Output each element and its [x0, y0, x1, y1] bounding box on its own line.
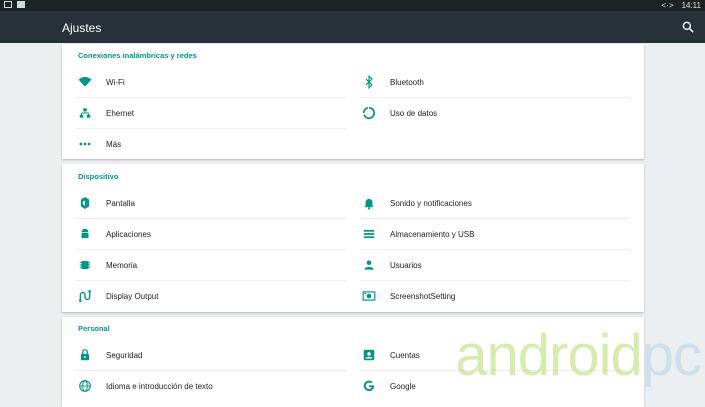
setting-wifi[interactable]: Wi-Fi [62, 67, 330, 97]
setting-storage[interactable]: Almacenamiento y USB [346, 219, 614, 249]
lock-icon [78, 348, 92, 362]
search-button[interactable] [681, 20, 695, 34]
setting-label: Usuarios [390, 260, 422, 270]
page-title: Ajustes [62, 21, 102, 35]
user-icon [362, 258, 376, 272]
bell-icon [362, 196, 376, 210]
search-icon [682, 21, 694, 33]
app-notification-icon [17, 1, 25, 8]
setting-bluetooth[interactable]: Bluetooth [346, 67, 614, 97]
setting-label: Memoria [106, 260, 138, 270]
setting-sound[interactable]: Sonido y notificaciones [346, 188, 614, 218]
section-title-personal: Personal [78, 324, 110, 333]
setting-label: ScreenshotSetting [390, 291, 456, 301]
personal-card: Personal Seguridad Cuentas Idioma e intr… [62, 317, 644, 407]
setting-label: Idioma e introducción de texto [106, 381, 213, 391]
data-usage-icon [362, 106, 376, 120]
setting-label: Wi-Fi [106, 77, 125, 87]
screenshot-icon [362, 289, 376, 303]
section-title-device: Dispositivo [78, 172, 119, 181]
display-output-icon [78, 289, 92, 303]
wifi-icon [78, 75, 92, 89]
setting-security[interactable]: Seguridad [62, 340, 330, 370]
app-bar: Ajustes [0, 11, 705, 43]
setting-ethernet[interactable]: Ehernet [62, 98, 330, 128]
setting-label: Bluetooth [390, 77, 424, 87]
account-icon [362, 348, 376, 362]
setting-memory[interactable]: Memoria [62, 250, 330, 280]
section-title-wireless: Conexiones inalámbricas y redes [78, 51, 197, 60]
setting-more[interactable]: Más [62, 129, 330, 159]
android-icon [78, 227, 92, 241]
ethernet-status-icon: <·> [661, 1, 674, 10]
setting-display-output[interactable]: Display Output [62, 281, 330, 311]
more-icon [78, 137, 92, 151]
setting-label: Pantalla [106, 198, 135, 208]
setting-users[interactable]: Usuarios [346, 250, 614, 280]
setting-label: Sonido y notificaciones [390, 198, 472, 208]
setting-label: Más [106, 139, 122, 149]
setting-label: Cuentas [390, 350, 420, 360]
bluetooth-icon [362, 75, 376, 89]
google-icon [362, 379, 376, 393]
setting-label: Seguridad [106, 350, 143, 360]
setting-label: Almacenamiento y USB [390, 229, 475, 239]
setting-label: Aplicaciones [106, 229, 151, 239]
gallery-notification-icon [4, 1, 12, 8]
notification-icons [4, 1, 25, 8]
globe-icon [78, 379, 92, 393]
status-bar: <·> 14:11 [0, 0, 705, 11]
display-icon [78, 196, 92, 210]
watermark-suffix: pc [641, 323, 702, 388]
setting-display[interactable]: Pantalla [62, 188, 330, 218]
setting-screenshot[interactable]: ScreenshotSetting [346, 281, 614, 311]
storage-icon [362, 227, 376, 241]
ethernet-icon [78, 106, 92, 120]
clock: 14:11 [681, 1, 701, 10]
setting-data-usage[interactable]: Uso de datos [346, 98, 614, 128]
memory-icon [78, 258, 92, 272]
setting-label: Display Output [106, 291, 159, 301]
setting-label: Google [390, 381, 416, 391]
device-card: Dispositivo Pantalla Sonido y notificaci… [62, 164, 644, 312]
wireless-networks-card: Conexiones inalámbricas y redes Wi-Fi Bl… [62, 44, 644, 159]
setting-accounts[interactable]: Cuentas [346, 340, 614, 370]
setting-apps[interactable]: Aplicaciones [62, 219, 330, 249]
setting-label: Ehernet [106, 108, 135, 118]
setting-label: Uso de datos [390, 108, 438, 118]
